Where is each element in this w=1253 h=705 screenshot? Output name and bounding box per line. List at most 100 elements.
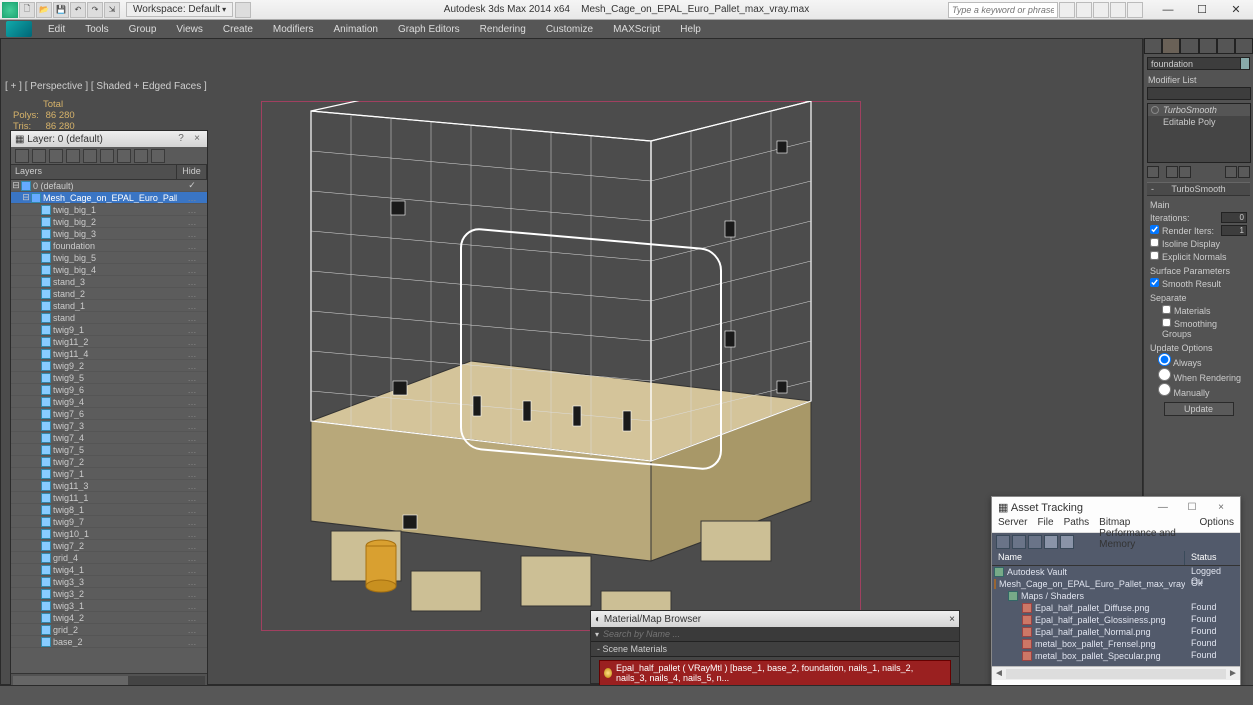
asset-status-column[interactable]: Status	[1185, 551, 1240, 565]
viewport-3d[interactable]	[271, 101, 851, 661]
layer-delete-icon[interactable]	[32, 149, 46, 163]
object-row[interactable]: twig_big_5…	[11, 252, 207, 264]
asset-menu-server[interactable]: Server	[998, 517, 1027, 532]
object-row[interactable]: twig_big_4…	[11, 264, 207, 276]
window-close-button[interactable]: ✕	[1219, 0, 1253, 20]
qat-undo-icon[interactable]: ↶	[70, 2, 86, 18]
object-name-field[interactable]	[1147, 57, 1243, 70]
asset-tracking-titlebar[interactable]: ▦ Asset Tracking — ☐ ×	[992, 497, 1240, 517]
object-row[interactable]: twig11_2…	[11, 336, 207, 348]
viewport-label[interactable]: [ + ] [ Perspective ] [ Shaded + Edged F…	[5, 81, 207, 92]
object-row[interactable]: twig11_3…	[11, 480, 207, 492]
object-row[interactable]: twig9_1…	[11, 324, 207, 336]
window-minimize-button[interactable]: —	[1151, 0, 1185, 20]
menu-modifiers[interactable]: Modifiers	[263, 22, 324, 37]
menu-graph-editors[interactable]: Graph Editors	[388, 22, 470, 37]
asset-menu-bitmap-performance-and-memory[interactable]: Bitmap Performance and Memory	[1099, 517, 1189, 532]
material-search-input[interactable]	[603, 629, 955, 639]
menu-edit[interactable]: Edit	[38, 22, 75, 37]
asset-tb-5[interactable]	[1060, 535, 1074, 549]
qat-redo-icon[interactable]: ↷	[87, 2, 103, 18]
menu-help[interactable]: Help	[670, 22, 711, 37]
object-row[interactable]: stand…	[11, 312, 207, 324]
asset-menu-options[interactable]: Options	[1200, 517, 1234, 532]
scroll-left-icon[interactable]: ◄	[992, 668, 1006, 679]
menu-customize[interactable]: Customize	[536, 22, 603, 37]
object-row[interactable]: twig9_7…	[11, 516, 207, 528]
layer-add-icon[interactable]	[49, 149, 63, 163]
smoothing-groups-checkbox[interactable]	[1162, 318, 1171, 327]
help-icon[interactable]	[1110, 2, 1126, 18]
layer-collapse-icon[interactable]	[151, 149, 165, 163]
object-row[interactable]: twig9_4…	[11, 396, 207, 408]
asset-row[interactable]: Epal_half_pallet_Glossiness.pngFound	[992, 614, 1240, 626]
layer-panel-body[interactable]: ⊟0 (default)⊟Mesh_Cage_on_EPAL_Euro_Pall…	[11, 180, 207, 673]
layer-highlight-icon[interactable]	[83, 149, 97, 163]
menu-maxscript[interactable]: MAXScript	[603, 22, 670, 37]
configure-sets-icon[interactable]	[1238, 166, 1250, 178]
object-row[interactable]: twig11_4…	[11, 348, 207, 360]
object-row[interactable]: base_2…	[11, 636, 207, 648]
explicit-checkbox[interactable]	[1150, 251, 1159, 260]
asset-tracking-body[interactable]: Autodesk VaultLogged OuMesh_Cage_on_EPAL…	[992, 566, 1240, 666]
menu-views[interactable]: Views	[166, 22, 213, 37]
update-always-radio[interactable]	[1158, 353, 1171, 366]
object-row[interactable]: twig10_1…	[11, 528, 207, 540]
object-row[interactable]: twig7_5…	[11, 444, 207, 456]
object-row[interactable]: twig3_2…	[11, 588, 207, 600]
asset-row[interactable]: Epal_half_pallet_Normal.pngFound	[992, 626, 1240, 638]
material-browser-close-icon[interactable]: ×	[949, 614, 955, 625]
asset-menu-file[interactable]: File	[1037, 517, 1053, 532]
asset-menu-paths[interactable]: Paths	[1064, 517, 1090, 532]
qat-extra-button[interactable]	[235, 2, 251, 18]
object-row[interactable]: twig8_1…	[11, 504, 207, 516]
object-row[interactable]: twig11_1…	[11, 492, 207, 504]
modifier-stack[interactable]: TurboSmooth Editable Poly	[1147, 103, 1251, 163]
menu-animation[interactable]: Animation	[323, 22, 387, 37]
favorites-icon[interactable]	[1093, 2, 1109, 18]
object-row[interactable]: twig7_6…	[11, 408, 207, 420]
hierarchy-tab-icon[interactable]	[1180, 38, 1198, 54]
layer-panel-titlebar[interactable]: ▦ Layer: 0 (default) ? ×	[11, 131, 207, 147]
object-row[interactable]: twig4_2…	[11, 612, 207, 624]
qat-link-icon[interactable]: ⇲	[104, 2, 120, 18]
update-manually-radio[interactable]	[1158, 383, 1171, 396]
menu-group[interactable]: Group	[119, 22, 167, 37]
object-row[interactable]: twig7_4…	[11, 432, 207, 444]
object-row[interactable]: grid_4…	[11, 552, 207, 564]
eye-icon[interactable]	[1151, 106, 1159, 114]
object-row[interactable]: twig3_3…	[11, 576, 207, 588]
smooth-result-checkbox[interactable]	[1150, 278, 1159, 287]
object-row[interactable]: twig7_1…	[11, 468, 207, 480]
window-maximize-button[interactable]: ☐	[1185, 0, 1219, 20]
object-row[interactable]: twig3_1…	[11, 600, 207, 612]
object-row[interactable]: foundation…	[11, 240, 207, 252]
object-row[interactable]: twig9_6…	[11, 384, 207, 396]
search-icon[interactable]	[1059, 2, 1075, 18]
asset-tb-2[interactable]	[1012, 535, 1026, 549]
layer-hide-icon[interactable]	[100, 149, 114, 163]
layer-freeze-icon[interactable]	[117, 149, 131, 163]
qat-save-icon[interactable]: 💾	[53, 2, 69, 18]
make-unique-icon[interactable]	[1179, 166, 1191, 178]
object-row[interactable]: stand_2…	[11, 288, 207, 300]
app-menu-button[interactable]	[2, 2, 18, 18]
pin-stack-icon[interactable]	[1147, 166, 1159, 178]
object-row[interactable]: twig9_2…	[11, 360, 207, 372]
motion-tab-icon[interactable]	[1199, 38, 1217, 54]
panel-help-icon[interactable]: ?	[175, 133, 187, 145]
iterations-spinner[interactable]: 0	[1221, 212, 1247, 223]
create-tab-icon[interactable]	[1144, 38, 1162, 54]
object-row[interactable]: twig_big_1…	[11, 204, 207, 216]
object-row[interactable]: stand_3…	[11, 276, 207, 288]
asset-row[interactable]: Maps / Shaders	[992, 590, 1240, 602]
asset-row[interactable]: metal_box_pallet_Frensel.pngFound	[992, 638, 1240, 650]
asset-row[interactable]: Epal_half_pallet_Diffuse.pngFound	[992, 602, 1240, 614]
layer-row[interactable]: ⊟0 (default)	[11, 180, 207, 192]
qat-new-icon[interactable]: 🗋	[19, 2, 35, 18]
modifier-list-dropdown[interactable]	[1147, 87, 1251, 100]
layer-row[interactable]: ⊟Mesh_Cage_on_EPAL_Euro_Pallet…	[11, 192, 207, 204]
layer-select-icon[interactable]	[66, 149, 80, 163]
scene-materials-section[interactable]: Scene Materials	[591, 642, 959, 657]
show-end-result-icon[interactable]	[1166, 166, 1178, 178]
